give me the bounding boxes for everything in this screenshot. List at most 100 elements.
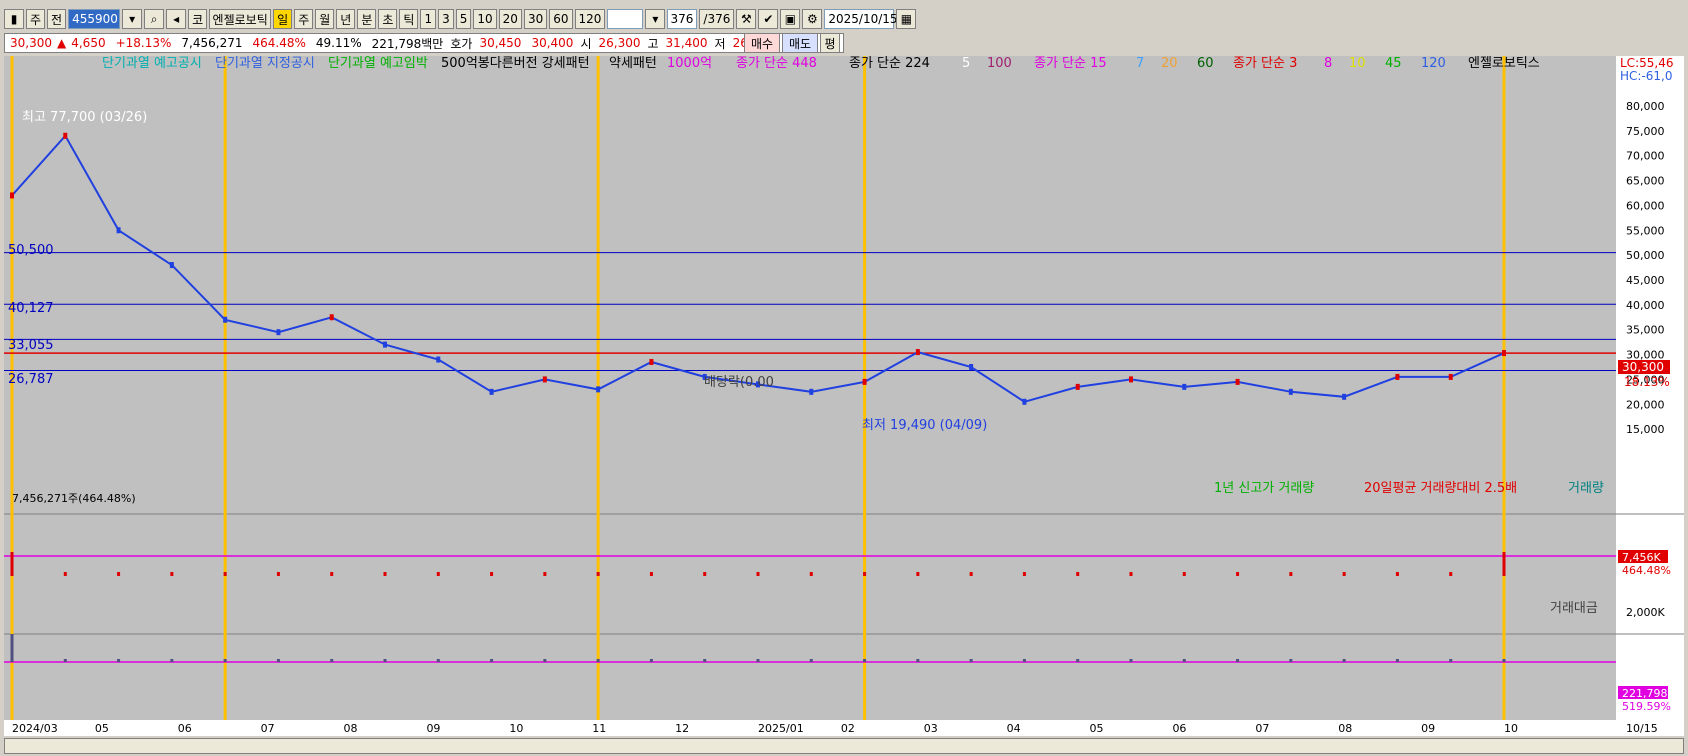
volume-tag-pct: 464.48% bbox=[1622, 564, 1671, 577]
y-tick-label: 65,000 bbox=[1626, 175, 1665, 188]
x-tick-label: 02 bbox=[841, 722, 855, 735]
volume-bar bbox=[1289, 572, 1293, 576]
horizontal-scrollbar[interactable] bbox=[4, 738, 1684, 754]
candle bbox=[1129, 376, 1133, 383]
bid-price-1: 30,450 bbox=[479, 36, 522, 50]
y-tick-label: 70,000 bbox=[1626, 150, 1665, 163]
indicator-legend-item: 5 bbox=[962, 56, 970, 71]
indicator-legend-item: 120 bbox=[1421, 56, 1446, 71]
tool-icon[interactable]: ⚒ bbox=[736, 9, 757, 29]
interval-minute[interactable]: 분 bbox=[357, 9, 377, 29]
candle bbox=[596, 386, 601, 393]
current-price: 30,300 bbox=[10, 36, 52, 50]
x-tick-label: 09 bbox=[1421, 722, 1435, 735]
high-label: 고 bbox=[647, 36, 659, 51]
x-tick-label: 04 bbox=[1007, 722, 1021, 735]
prev-button[interactable]: 전 bbox=[47, 9, 67, 29]
calendar-icon[interactable]: ▦ bbox=[896, 9, 917, 29]
custom-interval-input[interactable] bbox=[607, 9, 644, 29]
hts-window: ▮ 주 전 455900 ▾ ⌕ ◂ 코 엔젤로보틱 일 주 월 년 분 초 틱… bbox=[0, 0, 1688, 756]
dropdown-icon[interactable]: ▾ bbox=[122, 9, 143, 29]
high-annotation: 최고 77,700 (03/26) bbox=[22, 110, 147, 125]
amount-bar bbox=[436, 659, 440, 662]
amount-tag: 221,798 bbox=[1622, 687, 1668, 700]
level-label-4: 26,787 bbox=[8, 372, 54, 387]
chart-type-icon[interactable]: ▮ bbox=[4, 9, 24, 29]
minute-5[interactable]: 5 bbox=[455, 9, 472, 29]
y-tick-label: 35,000 bbox=[1626, 324, 1665, 337]
interval-year[interactable]: 년 bbox=[336, 9, 356, 29]
volume-bar bbox=[1342, 572, 1346, 576]
amount-bar bbox=[1289, 659, 1293, 662]
search-icon[interactable]: ⌕ bbox=[144, 9, 165, 29]
amount-bar bbox=[703, 659, 707, 662]
interval-day[interactable]: 일 bbox=[273, 9, 293, 29]
indicator-legend-item: 500억봉다른버전 강세패턴 bbox=[441, 56, 590, 71]
volume-bar bbox=[276, 572, 280, 576]
x-tick-label: 09 bbox=[426, 722, 440, 735]
stock-code-input[interactable]: 455900 bbox=[68, 9, 121, 29]
volume-bar bbox=[1236, 572, 1240, 576]
minute-10[interactable]: 10 bbox=[473, 9, 497, 29]
minute-20[interactable]: 20 bbox=[498, 9, 522, 29]
candle bbox=[542, 376, 547, 383]
volume-bar bbox=[10, 552, 14, 576]
candle bbox=[223, 316, 228, 323]
amount-bar bbox=[1022, 659, 1026, 662]
amount-bar bbox=[649, 659, 653, 662]
indicator-legend-item: 7 bbox=[1136, 56, 1144, 71]
x-tick-label: 2025/01 bbox=[758, 722, 804, 735]
sell-button[interactable]: 매도 bbox=[782, 33, 818, 53]
check-icon[interactable]: ✔ bbox=[758, 9, 779, 29]
gear-icon[interactable]: ⚙ bbox=[802, 9, 823, 29]
save-icon[interactable]: ▣ bbox=[780, 9, 801, 29]
eval-button[interactable]: 평 bbox=[820, 33, 840, 53]
indicator-legend-item: 1000억 bbox=[667, 56, 712, 71]
candle bbox=[329, 314, 334, 321]
indicator-legend-item: 60 bbox=[1197, 56, 1214, 71]
interval-week[interactable]: 주 bbox=[294, 9, 314, 29]
count-total: /376 bbox=[699, 9, 735, 29]
candle bbox=[1342, 393, 1347, 400]
volume-bar bbox=[1129, 572, 1133, 576]
volume-bar bbox=[383, 572, 387, 576]
toolbar: ▮ 주 전 455900 ▾ ⌕ ◂ 코 엔젤로보틱 일 주 월 년 분 초 틱… bbox=[4, 8, 1684, 30]
interval-month[interactable]: 월 bbox=[315, 9, 335, 29]
date-input[interactable]: 2025/10/15 bbox=[824, 9, 898, 29]
count-input[interactable]: 376 bbox=[667, 9, 698, 29]
amount-bar bbox=[543, 659, 547, 662]
volume-bar bbox=[117, 572, 121, 576]
amount-bar bbox=[117, 659, 121, 662]
market-badge: 코 bbox=[188, 9, 208, 29]
amount-bar bbox=[969, 659, 973, 662]
candle bbox=[1075, 383, 1080, 390]
interval-tick[interactable]: 틱 bbox=[399, 9, 419, 29]
candle bbox=[489, 388, 494, 395]
volume-ratio: 464.48% bbox=[252, 36, 306, 50]
volume-value: 7,456,271 bbox=[181, 36, 243, 50]
buy-button[interactable]: 매수 bbox=[744, 33, 780, 53]
candle bbox=[649, 359, 654, 366]
period-select[interactable]: 주 bbox=[26, 9, 46, 29]
minute-120[interactable]: 120 bbox=[574, 9, 606, 29]
candle bbox=[809, 388, 814, 395]
hc-label: HC:-61,0 bbox=[1620, 69, 1673, 83]
minute-1[interactable]: 1 bbox=[420, 9, 437, 29]
low-label: 저 bbox=[714, 36, 726, 51]
custom-dropdown-icon[interactable]: ▾ bbox=[645, 9, 666, 29]
chart-area[interactable]: 80,000 75,000 70,000 65,000 60,000 55,000 50,0… bbox=[4, 56, 1684, 736]
minute-3[interactable]: 3 bbox=[438, 9, 454, 29]
vol-legend-2: 20일평균 거래량대비 2.5배 bbox=[1364, 481, 1517, 496]
sound-icon[interactable]: ◂ bbox=[166, 9, 187, 29]
indicator-legend-item: 20 bbox=[1161, 56, 1178, 71]
candle bbox=[1022, 398, 1027, 405]
minute-30[interactable]: 30 bbox=[523, 9, 548, 29]
volume-bar bbox=[596, 572, 600, 576]
indicator-legend-item: 종가 단순 3 bbox=[1233, 56, 1297, 71]
interval-second[interactable]: 초 bbox=[378, 9, 398, 29]
minute-60[interactable]: 60 bbox=[549, 9, 573, 29]
y-tick-label: 55,000 bbox=[1626, 224, 1665, 237]
chart-svg[interactable]: 80,000 75,000 70,000 65,000 60,000 55,000 50,0… bbox=[4, 56, 1684, 736]
volume-bar bbox=[1182, 572, 1186, 576]
y-tick-label: 75,000 bbox=[1626, 125, 1665, 138]
